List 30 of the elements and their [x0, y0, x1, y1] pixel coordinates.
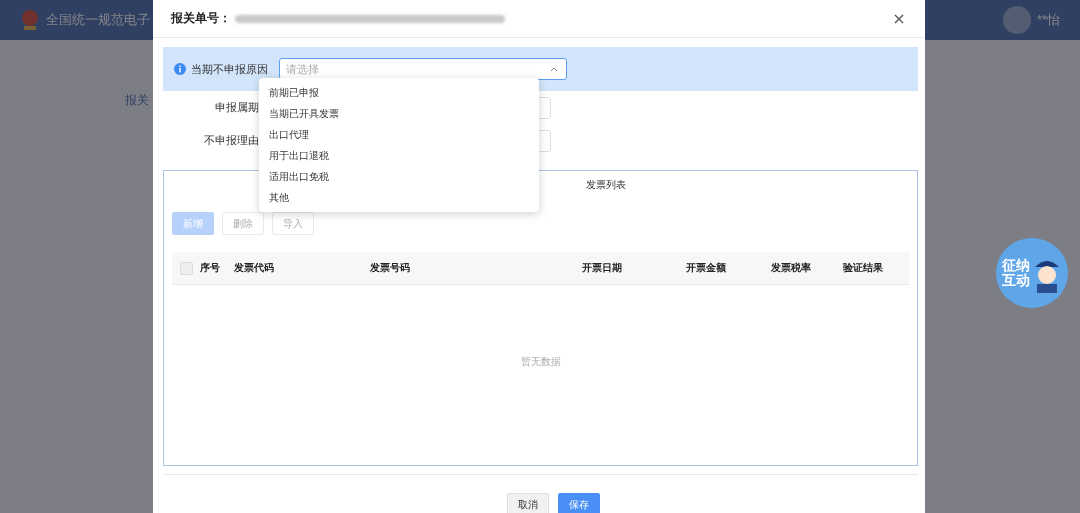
- dropdown-option[interactable]: 其他: [259, 187, 539, 208]
- empty-text: 暂无数据: [520, 355, 561, 369]
- column-header: 发票税率: [771, 261, 812, 275]
- dropdown-option[interactable]: 适用出口免税: [259, 166, 539, 187]
- emblem-icon: [20, 8, 40, 32]
- dropdown-option[interactable]: 当期已开具发票: [259, 103, 539, 124]
- save-button[interactable]: 保存: [558, 493, 600, 513]
- caret-icon: [550, 66, 558, 72]
- page-tab[interactable]: 报关: [125, 93, 149, 107]
- dropdown-option[interactable]: 用于出口退税: [259, 145, 539, 166]
- avatar-icon[interactable]: [1002, 6, 1031, 34]
- dropdown-option[interactable]: 出口代理: [259, 124, 539, 145]
- form-label: 不申报理由: [203, 133, 260, 148]
- column-header: 开票日期: [582, 261, 623, 275]
- form-label: 申报属期: [214, 100, 260, 115]
- cancel-button[interactable]: 取消: [507, 493, 549, 513]
- column-header: 验证结果: [843, 261, 884, 275]
- reason-select[interactable]: 请选择: [279, 58, 567, 80]
- close-button[interactable]: [893, 12, 905, 25]
- column-header: 序号: [200, 261, 221, 275]
- panel-title: 发票列表: [585, 178, 626, 192]
- dialog-title: 报关单号：: [171, 10, 231, 27]
- info-icon: [174, 63, 186, 75]
- column-header: 发票代码: [234, 261, 275, 275]
- user-name[interactable]: **怡: [1036, 11, 1060, 29]
- column-header: 开票金额: [686, 261, 727, 275]
- dropdown-option[interactable]: 前期已申报: [259, 82, 539, 103]
- checkbox[interactable]: [180, 261, 193, 275]
- column-header: 发票号码: [370, 261, 411, 275]
- reason-label: 当期不申报原因: [191, 61, 268, 77]
